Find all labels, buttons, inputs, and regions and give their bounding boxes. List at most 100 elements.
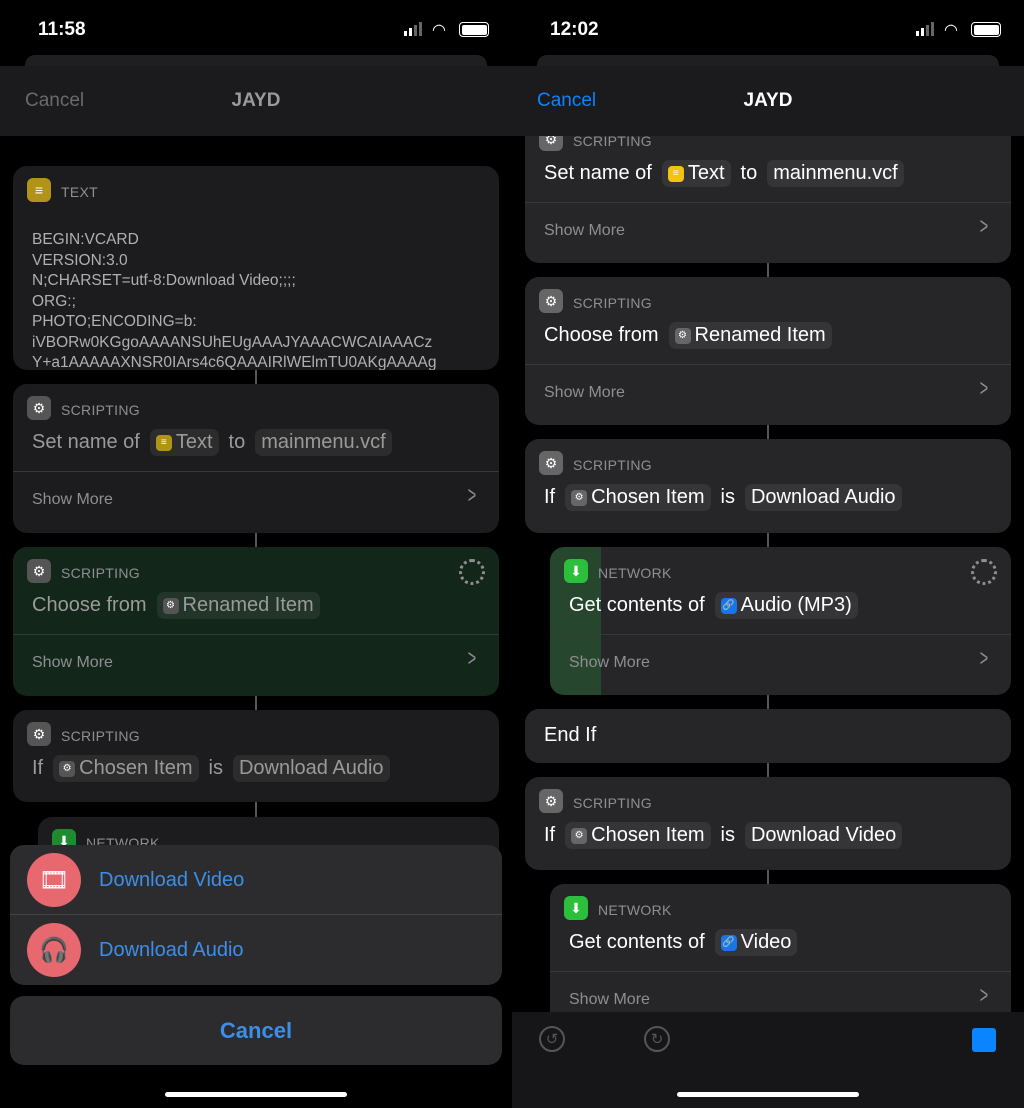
- param-text: If: [32, 757, 44, 779]
- action-card[interactable]: ⚙ SCRIPTING Set name of ≡ Text to mainmenu.vcf…: [525, 115, 1011, 263]
- connector-line: [255, 802, 257, 817]
- action-sheet: 🎞 Download Video 🎧 Download Audio: [10, 845, 502, 985]
- stop-icon[interactable]: [972, 1028, 996, 1052]
- variable-chip[interactable]: ≡ Text: [661, 160, 731, 187]
- text-content[interactable]: BEGIN:VCARD VERSION:3.0 N;CHARSET=utf-8:…: [32, 230, 436, 370]
- chip-label: Text: [175, 431, 213, 453]
- connector-line: [767, 695, 769, 709]
- gear-icon: ⚙: [59, 760, 76, 777]
- gear-icon: ⚙: [539, 789, 563, 813]
- variable-chip[interactable]: ≡ Text: [149, 429, 219, 456]
- action-card[interactable]: ⬇ NETWORK Get contents of 🔗 Audio (MP3) Show …: [550, 547, 1011, 695]
- sheet-option-download-video[interactable]: 🎞 Download Video: [10, 845, 502, 915]
- divider: [13, 634, 499, 635]
- variable-chip[interactable]: Download Audio: [232, 755, 390, 782]
- connector-line: [255, 533, 257, 547]
- action-card[interactable]: ⚙ SCRIPTING Choose from ⚙ Renamed Item Show M…: [525, 277, 1011, 425]
- param-text: is: [720, 824, 735, 846]
- variable-chip[interactable]: ⚙ Renamed Item: [156, 592, 320, 619]
- variable-chip[interactable]: 🔗 Video: [714, 929, 798, 956]
- parameter-row: Choose from ⚙ Renamed Item: [32, 592, 320, 619]
- param-text: Set name of: [32, 431, 140, 453]
- action-category: NETWORK: [598, 902, 672, 918]
- text-icon: ≡: [155, 434, 172, 451]
- nav-bar: Cancel JAYD: [0, 66, 512, 136]
- parameter-row: If ⚙ Chosen Item is Download Video: [544, 822, 903, 849]
- param-text: Get contents of: [569, 594, 705, 616]
- divider: [550, 971, 1011, 972]
- parameter-row: If ⚙ Chosen Item is Download Audio: [544, 484, 902, 511]
- action-card[interactable]: ⚙ SCRIPTING Choose from ⚙ Renamed Item Show M…: [13, 547, 499, 696]
- film-icon: 🎞: [27, 853, 81, 907]
- chevron-right-icon[interactable]: >: [468, 482, 476, 510]
- divider: [13, 471, 499, 472]
- variable-chip[interactable]: Download Video: [744, 822, 903, 849]
- action-card[interactable]: ⚙ SCRIPTING If ⚙ Chosen Item is Download Audio: [13, 710, 499, 802]
- signal-icon: [404, 22, 422, 36]
- variable-chip[interactable]: ⚙ Chosen Item: [53, 755, 199, 782]
- nav-bar: Cancel JAYD: [512, 66, 1024, 136]
- sheet-option-download-audio[interactable]: 🎧 Download Audio: [10, 915, 502, 985]
- variable-chip[interactable]: mainmenu.vcf: [255, 429, 392, 456]
- spinner-icon: [459, 559, 485, 585]
- home-indicator[interactable]: [677, 1092, 859, 1097]
- headphones-icon: 🎧: [27, 923, 81, 977]
- chevron-right-icon[interactable]: >: [980, 213, 988, 241]
- end-if-action[interactable]: End If: [525, 709, 1011, 763]
- chevron-right-icon[interactable]: >: [980, 375, 988, 403]
- variable-chip[interactable]: ⚙ Chosen Item: [565, 484, 711, 511]
- show-more-button[interactable]: Show More: [544, 384, 625, 402]
- option-label: Download Audio: [99, 938, 244, 961]
- link-icon: 🔗: [720, 934, 737, 951]
- link-icon: 🔗: [720, 597, 737, 614]
- gear-icon: ⚙: [571, 489, 588, 506]
- battery-icon: [459, 22, 489, 37]
- gear-icon: ⚙: [27, 722, 51, 746]
- action-category: SCRIPTING: [573, 795, 652, 811]
- chevron-right-icon[interactable]: >: [468, 645, 476, 673]
- chip-label: Download Audio: [750, 486, 896, 508]
- gear-icon: ⚙: [571, 827, 588, 844]
- sheet-cancel-button[interactable]: Cancel: [10, 996, 502, 1065]
- show-more-button[interactable]: Show More: [32, 654, 113, 672]
- connector-line: [255, 370, 257, 384]
- variable-chip[interactable]: Download Audio: [744, 484, 902, 511]
- action-category: TEXT: [61, 184, 98, 200]
- divider: [525, 364, 1011, 365]
- variable-chip[interactable]: mainmenu.vcf: [767, 160, 904, 187]
- action-card[interactable]: ≡ TEXT BEGIN:VCARD VERSION:3.0 N;CHARSET=u…: [13, 166, 499, 370]
- chip-label: Audio (MP3): [740, 594, 852, 616]
- variable-chip[interactable]: ⚙ Chosen Item: [565, 822, 711, 849]
- variable-chip[interactable]: 🔗 Audio (MP3): [714, 592, 858, 619]
- text-icon: ≡: [27, 178, 51, 202]
- variable-chip[interactable]: ⚙ Renamed Item: [668, 322, 832, 349]
- param-text: Choose from: [544, 324, 659, 346]
- gear-icon: ⚙: [27, 559, 51, 583]
- action-card[interactable]: ⚙ SCRIPTING Set name of ≡ Text to mainmenu.vcf…: [13, 384, 499, 533]
- show-more-button[interactable]: Show More: [569, 654, 650, 672]
- spinner-icon: [971, 559, 997, 585]
- chip-label: Chosen Item: [591, 486, 705, 508]
- battery-icon: [971, 22, 1001, 37]
- status-time: 12:02: [550, 19, 599, 40]
- gear-icon: ⚙: [539, 289, 563, 313]
- action-card[interactable]: ⬇ NETWORK Get contents of 🔗 Video Show More >: [550, 884, 1011, 1032]
- chevron-right-icon[interactable]: >: [980, 645, 988, 673]
- show-more-button[interactable]: Show More: [32, 491, 113, 509]
- connector-line: [255, 696, 257, 710]
- param-text: Get contents of: [569, 931, 705, 953]
- undo-icon[interactable]: ↺: [539, 1026, 565, 1052]
- page-title: JAYD: [231, 90, 281, 111]
- action-card[interactable]: ⚙ SCRIPTING If ⚙ Chosen Item is Download Audio: [525, 439, 1011, 533]
- signal-icon: [916, 22, 934, 36]
- divider: [550, 634, 1011, 635]
- text-icon: ≡: [667, 165, 684, 182]
- redo-icon[interactable]: ↻: [644, 1026, 670, 1052]
- home-indicator[interactable]: [165, 1092, 347, 1097]
- show-more-button[interactable]: Show More: [569, 991, 650, 1009]
- action-category: SCRIPTING: [573, 457, 652, 473]
- chevron-right-icon[interactable]: >: [980, 982, 988, 1010]
- show-more-button[interactable]: Show More: [544, 222, 625, 240]
- gear-icon: ⚙: [162, 597, 179, 614]
- action-card[interactable]: ⚙ SCRIPTING If ⚙ Chosen Item is Download Video: [525, 777, 1011, 870]
